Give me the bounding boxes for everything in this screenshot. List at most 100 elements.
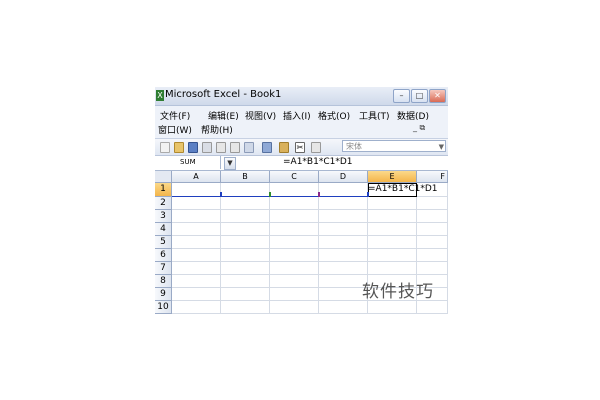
cell-c8[interactable] [270, 275, 319, 288]
menu-format[interactable]: 格式(O) [318, 109, 350, 122]
menu-view[interactable]: 视图(V) [245, 109, 276, 122]
menu-file[interactable]: 文件(F) [160, 109, 190, 122]
cell-f2[interactable] [417, 197, 448, 210]
row-header-1[interactable]: 1 [155, 183, 172, 197]
column-header-c[interactable]: C [270, 171, 319, 183]
cell-c7[interactable] [270, 262, 319, 275]
row-header-8[interactable]: 8 [155, 275, 172, 288]
cell-b7[interactable] [221, 262, 270, 275]
print-preview-icon[interactable] [230, 142, 240, 153]
cell-d5[interactable] [319, 236, 368, 249]
cell-e5[interactable] [368, 236, 417, 249]
menu-tools[interactable]: 工具(T) [359, 109, 390, 122]
cell-d8[interactable] [319, 275, 368, 288]
cell-b8[interactable] [221, 275, 270, 288]
cell-b1[interactable] [221, 183, 270, 197]
cell-a3[interactable] [172, 210, 221, 223]
permission-icon[interactable] [202, 142, 212, 153]
formula-input[interactable]: =A1*B1*C1*D1 [283, 157, 353, 167]
cell-e4[interactable] [368, 223, 417, 236]
cell-b2[interactable] [221, 197, 270, 210]
cell-a7[interactable] [172, 262, 221, 275]
cell-a6[interactable] [172, 249, 221, 262]
row-header-9[interactable]: 9 [155, 288, 172, 301]
cut-icon[interactable]: ✂ [295, 142, 305, 153]
spelling-icon[interactable] [244, 142, 254, 153]
new-icon[interactable] [160, 142, 170, 153]
cell-d6[interactable] [319, 249, 368, 262]
cell-a4[interactable] [172, 223, 221, 236]
cell-d7[interactable] [319, 262, 368, 275]
research-icon[interactable] [262, 142, 272, 153]
cell-e6[interactable] [368, 249, 417, 262]
paste-icon[interactable] [279, 142, 289, 153]
menu-edit[interactable]: 编辑(E) [208, 109, 239, 122]
cell-f7[interactable] [417, 262, 448, 275]
cell-a8[interactable] [172, 275, 221, 288]
cell-b3[interactable] [221, 210, 270, 223]
open-icon[interactable] [174, 142, 184, 153]
cell-f3[interactable] [417, 210, 448, 223]
row-header-2[interactable]: 2 [155, 197, 172, 210]
cell-f6[interactable] [417, 249, 448, 262]
cell-c4[interactable] [270, 223, 319, 236]
row-header-5[interactable]: 5 [155, 236, 172, 249]
cell-c5[interactable] [270, 236, 319, 249]
cell-d3[interactable] [319, 210, 368, 223]
cell-c10[interactable] [270, 301, 319, 314]
cell-f5[interactable] [417, 236, 448, 249]
name-box[interactable]: SUM [155, 156, 221, 169]
menu-insert[interactable]: 插入(I) [283, 109, 311, 122]
column-header-b[interactable]: B [221, 171, 270, 183]
cell-c2[interactable] [270, 197, 319, 210]
save-icon[interactable] [188, 142, 198, 153]
cell-d2[interactable] [319, 197, 368, 210]
row-header-4[interactable]: 4 [155, 223, 172, 236]
cell-a1[interactable] [172, 183, 221, 197]
cell-b10[interactable] [221, 301, 270, 314]
select-all-corner[interactable] [155, 171, 172, 183]
row-header-6[interactable]: 6 [155, 249, 172, 262]
active-cell-e1[interactable]: =A1*B1*C1*D1 [368, 183, 438, 196]
cell-b9[interactable] [221, 288, 270, 301]
minimize-button[interactable]: – [393, 89, 410, 103]
cell-e3[interactable] [368, 210, 417, 223]
cell-e7[interactable] [368, 262, 417, 275]
close-button[interactable]: ✕ [429, 89, 446, 103]
restore-workbook-icon[interactable]: _ ⧉ [413, 123, 425, 133]
cell-c6[interactable] [270, 249, 319, 262]
cell-a9[interactable] [172, 288, 221, 301]
cell-a5[interactable] [172, 236, 221, 249]
cell-b4[interactable] [221, 223, 270, 236]
font-name-select[interactable]: 宋体 ▼ [342, 140, 446, 152]
maximize-button[interactable]: □ [411, 89, 428, 103]
cell-c3[interactable] [270, 210, 319, 223]
cell-f10[interactable] [417, 301, 448, 314]
cell-d10[interactable] [319, 301, 368, 314]
cell-c1[interactable] [270, 183, 319, 197]
cell-a10[interactable] [172, 301, 221, 314]
cell-d9[interactable] [319, 288, 368, 301]
row-header-10[interactable]: 10 [155, 301, 172, 314]
row-header-7[interactable]: 7 [155, 262, 172, 275]
column-header-e[interactable]: E [368, 171, 417, 183]
cell-b6[interactable] [221, 249, 270, 262]
cell-a2[interactable] [172, 197, 221, 210]
cell-b5[interactable] [221, 236, 270, 249]
cell-e10[interactable] [368, 301, 417, 314]
cell-f4[interactable] [417, 223, 448, 236]
print-icon[interactable] [216, 142, 226, 153]
row-header-3[interactable]: 3 [155, 210, 172, 223]
column-header-a[interactable]: A [172, 171, 221, 183]
column-header-f[interactable]: F [417, 171, 448, 183]
cell-c9[interactable] [270, 288, 319, 301]
menu-data[interactable]: 数据(D) [397, 109, 429, 122]
name-box-dropdown-icon[interactable]: ▼ [224, 157, 236, 170]
cell-d1[interactable] [319, 183, 368, 197]
dropdown-icon[interactable] [311, 142, 321, 153]
column-header-d[interactable]: D [319, 171, 368, 183]
cell-d4[interactable] [319, 223, 368, 236]
menu-help[interactable]: 帮助(H) [201, 123, 233, 136]
menu-window[interactable]: 窗口(W) [158, 123, 192, 136]
cell-e2[interactable] [368, 197, 417, 210]
